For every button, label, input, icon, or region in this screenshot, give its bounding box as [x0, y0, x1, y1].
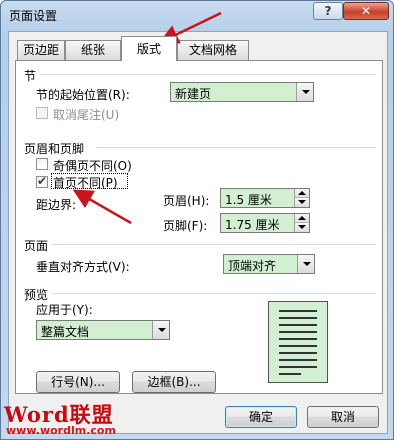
from-edge-label: 距边界: [36, 198, 77, 212]
page-group-title: 页面 [24, 239, 49, 253]
footer-distance-spinner[interactable]: 1.75 厘米 [220, 213, 310, 233]
page-setup-dialog: 页面设置 ? ✕ 页边距 纸张 版式 文档网格 节 节的起始位置(R): 新建页… [0, 0, 394, 440]
divider [52, 293, 376, 294]
vertical-align-select[interactable]: 顶端对齐 [223, 254, 315, 274]
preview-line [279, 352, 317, 354]
preview-line [279, 317, 317, 319]
divider [96, 147, 376, 148]
tab-document-grid[interactable]: 文档网格 [177, 40, 249, 60]
layout-panel: 节 节的起始位置(R): 新建页 取消尾注(U) 页眉和页脚 奇偶页不同(O) … [15, 60, 383, 394]
odd-even-label: 奇偶页不同(O) [53, 159, 132, 173]
close-button[interactable]: ✕ [343, 2, 389, 20]
spinner-buttons [294, 189, 309, 207]
tab-margins[interactable]: 页边距 [17, 40, 65, 60]
header-distance-spinner[interactable]: 1.5 厘米 [220, 188, 310, 208]
borders-button[interactable]: 边框(B)... [132, 371, 216, 393]
tab-paper[interactable]: 纸张 [65, 40, 121, 60]
section-group-title: 节 [24, 69, 37, 83]
header-distance-label: 页眉(H): [163, 194, 210, 208]
help-button[interactable]: ? [313, 2, 343, 20]
vertical-align-value: 顶端对齐 [228, 259, 277, 273]
section-start-label: 节的起始位置(R): [36, 88, 130, 102]
spin-down-icon[interactable] [295, 198, 309, 207]
preview-line [279, 345, 317, 347]
suppress-endnotes-label: 取消尾注(U) [53, 108, 120, 122]
odd-even-checkbox[interactable] [36, 158, 48, 170]
spin-up-icon[interactable] [295, 189, 309, 198]
divider [52, 244, 376, 245]
ok-button[interactable]: 确定 [225, 406, 297, 428]
chevron-down-icon[interactable] [152, 321, 169, 339]
spinner-buttons [294, 214, 309, 232]
preview-line [279, 373, 301, 375]
window-title: 页面设置 [9, 9, 58, 23]
preview-line [279, 338, 317, 340]
apply-to-label: 应用于(Y): [36, 303, 93, 317]
cancel-button[interactable]: 取消 [307, 406, 379, 428]
watermark-logo: Word联盟 www.wordlm.com [4, 399, 122, 439]
footer-distance-label: 页脚(F): [163, 219, 208, 233]
preview-line [279, 366, 317, 368]
dialog-client: 页边距 纸张 版式 文档网格 节 节的起始位置(R): 新建页 取消尾注(U) … [8, 31, 388, 434]
watermark-url: www.wordlm.com [6, 424, 116, 437]
section-start-value: 新建页 [175, 87, 212, 101]
first-page-label: 首页不同(P) [53, 176, 118, 190]
chevron-down-icon[interactable] [296, 83, 313, 101]
tab-layout[interactable]: 版式 [121, 36, 177, 61]
section-start-select[interactable]: 新建页 [170, 82, 314, 102]
vertical-align-label: 垂直对齐方式(V): [36, 260, 130, 274]
apply-to-value: 整篇文档 [41, 325, 90, 339]
suppress-endnotes-checkbox[interactable] [36, 107, 48, 119]
preview-line [279, 324, 317, 326]
preview-line [279, 331, 317, 333]
apply-to-select[interactable]: 整篇文档 [36, 320, 170, 340]
preview-line [279, 359, 317, 361]
footer-distance-value: 1.75 厘米 [225, 218, 280, 232]
line-numbers-button[interactable]: 行号(N)... [36, 371, 120, 393]
title-bar: 页面设置 ? ✕ [1, 1, 393, 31]
chevron-down-icon[interactable] [297, 255, 314, 273]
divider [40, 74, 376, 75]
headers-footers-group-title: 页眉和页脚 [24, 142, 85, 156]
header-distance-value: 1.5 厘米 [225, 193, 272, 207]
checkmark-icon: ✔ [37, 174, 48, 188]
first-page-checkbox[interactable]: ✔ [36, 174, 48, 188]
spin-down-icon[interactable] [295, 223, 309, 232]
preview-line [279, 310, 317, 312]
page-preview [268, 301, 328, 383]
spin-up-icon[interactable] [295, 214, 309, 223]
